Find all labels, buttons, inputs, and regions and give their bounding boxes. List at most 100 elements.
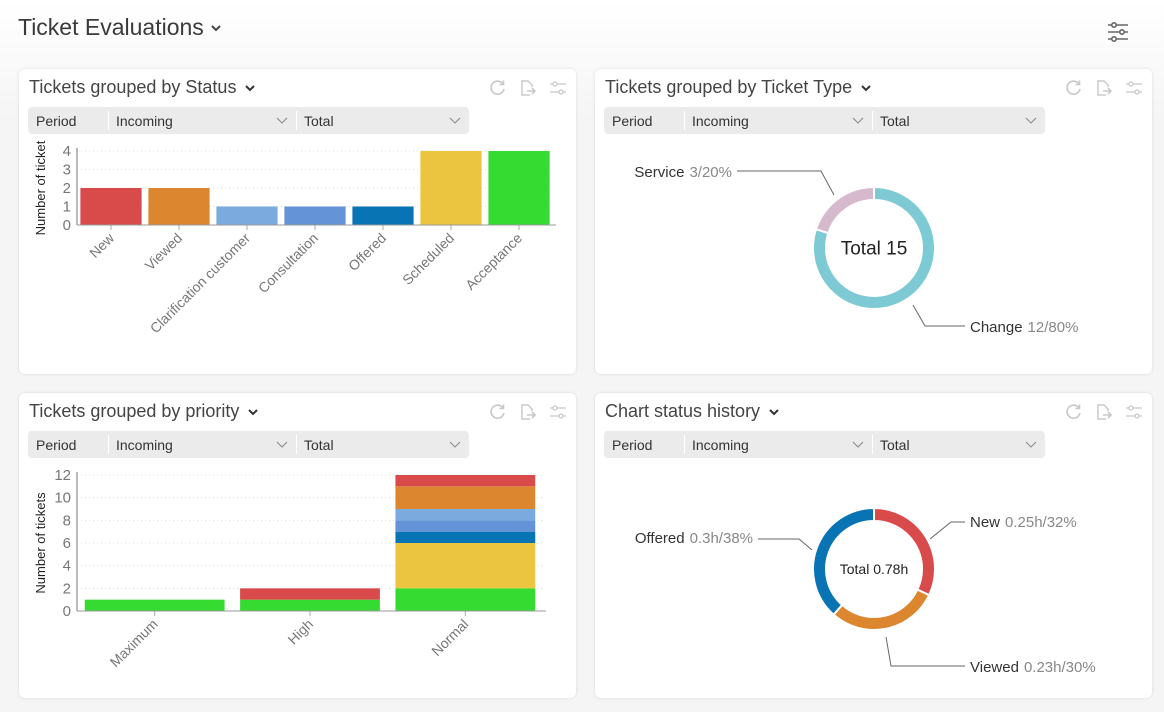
refresh-button[interactable]	[1064, 78, 1084, 98]
y-axis-label: Number of tickets	[33, 492, 48, 594]
donut-center-label: Total 15	[841, 239, 908, 260]
card-title[interactable]: Tickets grouped by Ticket Type	[605, 77, 872, 98]
export-icon	[521, 80, 537, 96]
chevron-down-icon	[852, 117, 864, 124]
card-title[interactable]: Chart status history	[605, 401, 780, 422]
donut-slice	[873, 506, 936, 597]
bar	[488, 151, 550, 225]
card-title-text: Chart status history	[605, 401, 761, 421]
donut-slice	[812, 506, 875, 617]
total-value: Total	[304, 436, 334, 453]
refresh-icon	[490, 404, 505, 419]
incoming-value: Incoming	[692, 436, 749, 453]
period-label: Period	[612, 112, 653, 129]
incoming-select[interactable]: Incoming	[108, 431, 296, 458]
period-label: Period	[612, 436, 653, 453]
total-value: Total	[880, 436, 910, 453]
export-button[interactable]	[1094, 78, 1114, 98]
incoming-select[interactable]: Incoming	[684, 431, 872, 458]
y-tick-label: 12	[54, 467, 71, 484]
sliders-icon	[550, 81, 566, 95]
leader-line	[929, 521, 965, 540]
bar-segment	[395, 520, 536, 532]
card-settings-button[interactable]	[1124, 402, 1144, 422]
refresh-button[interactable]	[1064, 402, 1084, 422]
card-ticket-type: Tickets grouped by Ticket Type Period In…	[595, 69, 1152, 374]
bar	[352, 206, 414, 225]
leader-line	[737, 170, 835, 196]
chevron-down-icon	[769, 408, 779, 415]
incoming-select[interactable]: Incoming	[108, 107, 296, 134]
refresh-button[interactable]	[488, 402, 508, 422]
filter-bar: Period Incoming Total	[28, 431, 469, 458]
dashboard-settings-button[interactable]	[1104, 18, 1132, 46]
card-settings-button[interactable]	[548, 78, 568, 98]
chevron-down-icon	[276, 441, 288, 448]
bar	[216, 206, 278, 225]
y-tick-label: 4	[63, 143, 71, 160]
export-button[interactable]	[1094, 402, 1114, 422]
refresh-button[interactable]	[488, 78, 508, 98]
period-label: Period	[36, 112, 77, 129]
sliders-icon	[1126, 405, 1142, 419]
donut-slice	[814, 185, 875, 235]
leader-line	[758, 538, 813, 551]
bar-segment	[84, 599, 225, 611]
page-title[interactable]: Ticket Evaluations	[18, 14, 222, 41]
sliders-icon	[1108, 22, 1128, 42]
period-filter[interactable]: Period	[604, 107, 684, 134]
chevron-down-icon	[852, 441, 864, 448]
total-select[interactable]: Total	[296, 431, 469, 458]
period-filter[interactable]: Period	[604, 431, 684, 458]
y-tick-label: 2	[63, 180, 71, 197]
period-filter[interactable]: Period	[28, 107, 108, 134]
total-select[interactable]: Total	[872, 107, 1045, 134]
y-tick-label: 10	[54, 490, 71, 507]
x-tick-label: Normal	[428, 616, 471, 659]
sliders-icon	[1126, 81, 1142, 95]
y-tick-label: 6	[63, 535, 71, 552]
x-tick-label: Offered	[345, 230, 389, 274]
export-icon	[1097, 404, 1113, 420]
bar-segment	[395, 543, 536, 589]
card-settings-button[interactable]	[548, 402, 568, 422]
slice-name: Change	[970, 319, 1023, 336]
y-axis-label: Number of ticket	[33, 140, 48, 235]
page-title-text: Ticket Evaluations	[18, 14, 204, 40]
total-select[interactable]: Total	[872, 431, 1045, 458]
slice-name: Offered	[635, 530, 685, 547]
slice-detail: 0.25h/32%	[1005, 514, 1077, 531]
donut-slice	[832, 588, 931, 631]
card-title-text: Tickets grouped by Status	[29, 77, 237, 97]
card-title[interactable]: Tickets grouped by Status	[29, 77, 256, 98]
x-tick-label: Consultation	[255, 230, 321, 296]
total-select[interactable]: Total	[296, 107, 469, 134]
incoming-select[interactable]: Incoming	[684, 107, 872, 134]
export-icon	[521, 404, 537, 420]
x-tick-label: Maximum	[107, 616, 161, 670]
bar	[284, 206, 346, 225]
period-filter[interactable]: Period	[28, 431, 108, 458]
bar	[420, 151, 482, 225]
slice-label: Viewed 0.23h/30%	[970, 659, 1096, 676]
bar-segment	[395, 475, 536, 487]
chevron-down-icon	[248, 408, 259, 415]
card-title[interactable]: Tickets grouped by priority	[29, 401, 259, 422]
bar-segment	[240, 588, 380, 600]
bar	[80, 188, 142, 225]
refresh-icon	[490, 80, 505, 95]
filter-bar: Period Incoming Total	[604, 431, 1045, 458]
slice-label: Change 12/80%	[970, 319, 1078, 336]
incoming-value: Incoming	[116, 436, 173, 453]
bar-segment	[395, 531, 536, 543]
x-tick-label: Acceptance	[462, 230, 525, 293]
donut-slice	[812, 185, 936, 310]
y-tick-label: 0	[63, 217, 71, 234]
card-settings-button[interactable]	[1124, 78, 1144, 98]
x-tick-label: High	[284, 616, 316, 648]
export-button[interactable]	[518, 402, 538, 422]
y-tick-label: 8	[63, 512, 71, 529]
slice-name: Service	[634, 164, 684, 181]
refresh-icon	[1066, 404, 1081, 419]
export-button[interactable]	[518, 78, 538, 98]
